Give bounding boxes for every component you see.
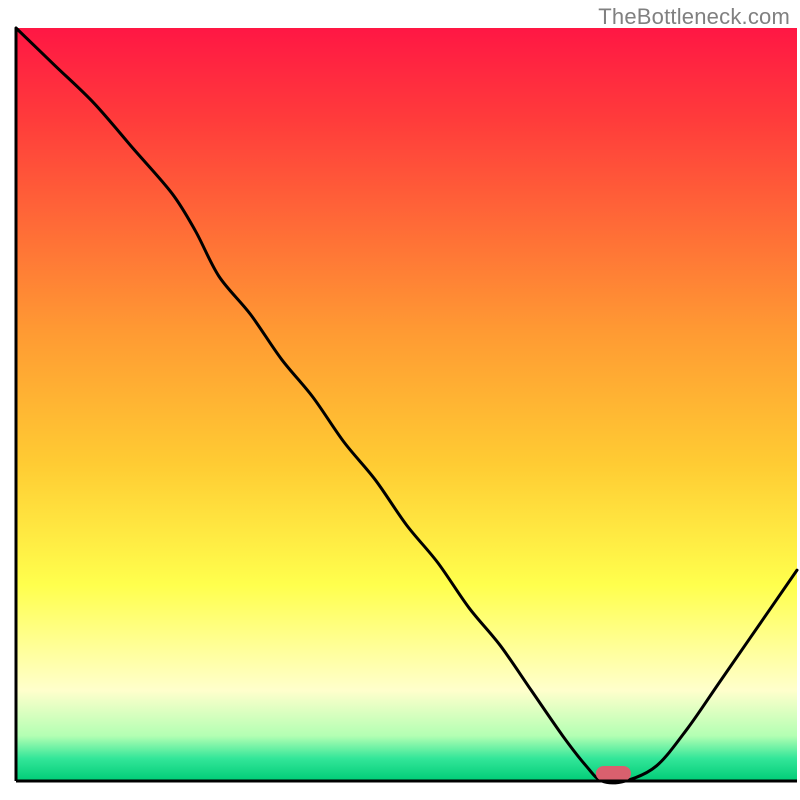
optimum-marker bbox=[596, 766, 631, 781]
plot-background bbox=[16, 28, 797, 781]
chart-container: TheBottleneck.com bbox=[0, 0, 800, 800]
chart-svg bbox=[0, 0, 800, 800]
